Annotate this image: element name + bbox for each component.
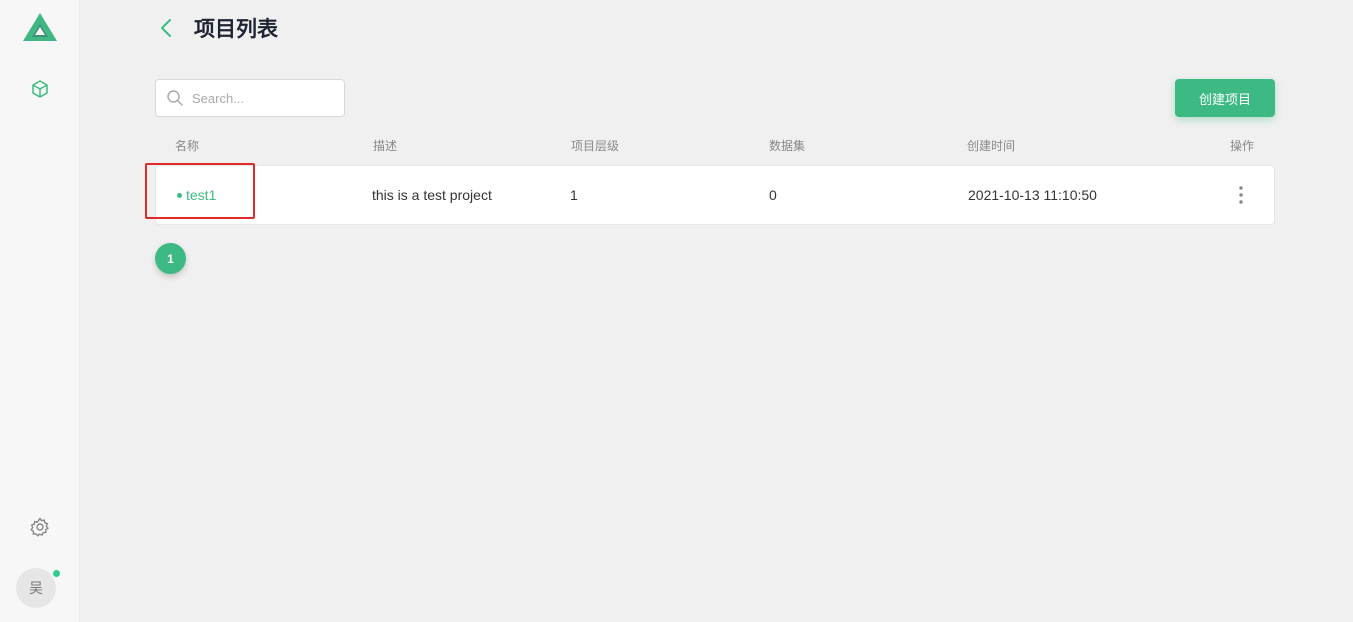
sidebar: 吴	[0, 0, 80, 622]
online-status-dot	[51, 568, 62, 579]
project-level: 1	[570, 187, 578, 203]
gear-icon[interactable]	[29, 516, 51, 538]
search-box[interactable]	[155, 79, 345, 117]
project-created-at: 2021-10-13 11:10:50	[968, 187, 1097, 203]
page-title: 项目列表	[194, 18, 278, 41]
search-icon	[166, 89, 184, 107]
avatar[interactable]: 吴	[16, 568, 56, 608]
cube-icon[interactable]	[29, 78, 51, 100]
column-header-description: 描述	[373, 139, 398, 153]
project-name-link[interactable]: test1	[186, 186, 216, 204]
project-status-dot	[177, 193, 182, 198]
app-logo-icon[interactable]	[22, 12, 58, 42]
column-header-actions: 操作	[1230, 139, 1255, 153]
search-input[interactable]	[192, 80, 340, 116]
create-project-button[interactable]: 创建项目	[1175, 79, 1275, 117]
avatar-initial: 吴	[29, 580, 43, 596]
project-description: this is a test project	[372, 187, 492, 203]
column-header-name: 名称	[175, 139, 200, 153]
chevron-left-icon[interactable]	[155, 16, 179, 40]
column-header-created-at: 创建时间	[967, 139, 1016, 153]
column-header-datasets: 数据集	[769, 139, 806, 153]
more-vertical-icon[interactable]	[1231, 184, 1251, 206]
column-header-level: 项目层级	[571, 139, 620, 153]
project-datasets: 0	[769, 187, 777, 203]
table-row: test1 this is a test project 1 0 2021-10…	[155, 165, 1275, 225]
pagination-page-button[interactable]: 1	[155, 243, 186, 274]
